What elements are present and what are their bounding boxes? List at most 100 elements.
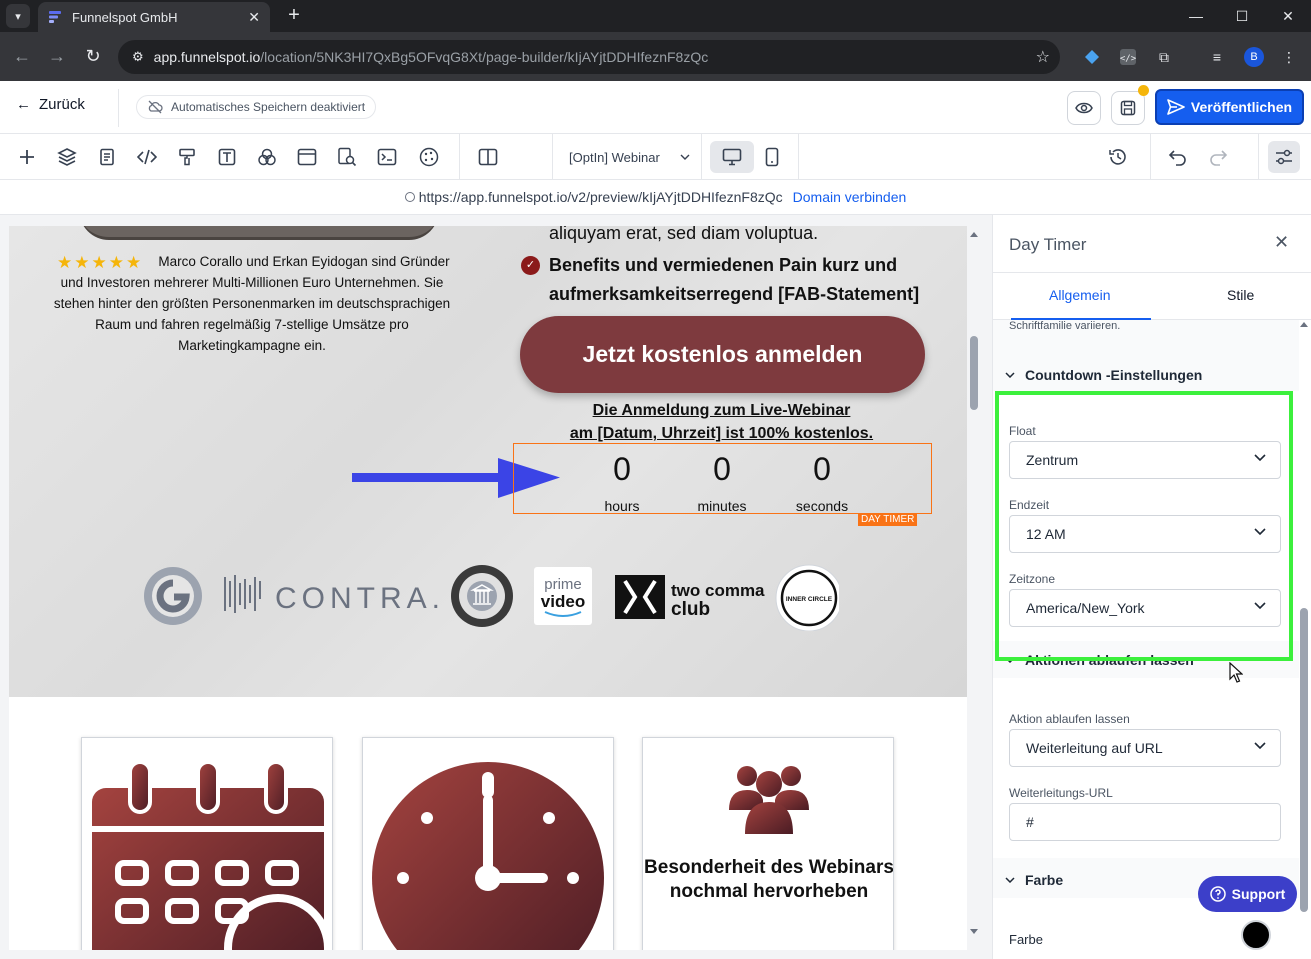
components-icon[interactable] [255, 145, 279, 169]
countdown-settings-header[interactable]: Countdown -Einstellungen [993, 360, 1299, 390]
maximize-icon[interactable]: ☐ [1219, 0, 1265, 32]
tab-close-icon[interactable]: ✕ [248, 9, 260, 26]
reload-icon[interactable]: ↻ [81, 44, 105, 68]
popup-icon[interactable] [295, 145, 319, 169]
checkmark-icon: ✓ [521, 256, 540, 275]
canvas-scrollbar[interactable] [967, 226, 981, 942]
timer-minutes: 0 minutes [697, 451, 747, 514]
funnelspot-favicon-icon [49, 11, 61, 23]
chevron-down-icon [1254, 742, 1266, 750]
forward-arrow-icon[interactable]: → [45, 44, 69, 68]
feature-card-calendar[interactable] [81, 737, 333, 950]
font-family-hint: Schriftfamilie variieren. [1009, 320, 1121, 332]
hero-section[interactable]: ★★★★★ Marco Corallo und Erkan Eyidogan s… [9, 226, 967, 697]
feature-card-text: Besonderheit des Webinars nochmal hervor… [644, 857, 894, 902]
mobile-view-icon[interactable] [760, 145, 784, 169]
divider [798, 134, 799, 180]
day-timer-element[interactable]: 0 hours 0 minutes 0 seconds [513, 443, 932, 514]
preview-url[interactable]: https://app.funnelspot.io/v2/preview/kIj… [404, 189, 783, 205]
extensions-puzzle-icon[interactable]: ⧉ [1153, 46, 1175, 68]
tab-title: Funnelspot GmbH [72, 9, 178, 25]
scroll-up-icon[interactable] [1299, 320, 1309, 328]
preview-url-bar: https://app.funnelspot.io/v2/preview/kIj… [0, 180, 1311, 215]
window-close-icon[interactable]: ✕ [1265, 0, 1311, 32]
profile-avatar[interactable]: B [1244, 47, 1264, 67]
benefit-text: Benefits und vermiedenen Pain kurz und a… [549, 255, 920, 304]
settings-sliders-icon[interactable] [1268, 141, 1300, 173]
save-button[interactable] [1111, 91, 1145, 125]
help-circle-icon [1209, 886, 1226, 902]
browser-tab[interactable]: Funnelspot GmbH ✕ [38, 2, 270, 32]
site-settings-icon[interactable]: ⚙ [132, 49, 144, 65]
arrow-left-icon: ← [16, 96, 31, 113]
color-swatch[interactable] [1241, 920, 1271, 950]
bookmark-star-icon[interactable]: ☆ [1036, 47, 1050, 67]
unsaved-indicator [1138, 85, 1149, 96]
canvas-scroll-thumb[interactable] [970, 336, 978, 410]
free-registration-note[interactable]: Die Anmeldung zum Live-Webinar am [Datum… [509, 399, 934, 445]
page-select[interactable]: [OptIn] Webinar [552, 134, 702, 180]
extension-code-icon[interactable]: </> [1117, 46, 1139, 68]
url-omnibox[interactable]: ⚙ app.funnelspot.io/location/5NK3HI7QxBg… [118, 40, 1060, 74]
status-circle-icon [404, 192, 415, 202]
timer-hours: 0 hours [604, 451, 640, 514]
paint-roller-icon[interactable] [175, 145, 199, 169]
back-button[interactable]: ← Zurück [16, 96, 85, 113]
code-icon[interactable] [135, 145, 159, 169]
benefit-item[interactable]: ✓ Benefits und vermiedenen Pain kurz und… [521, 251, 921, 309]
register-cta-button[interactable]: Jetzt kostenlos anmelden [520, 316, 925, 393]
panel-scroll-thumb[interactable] [1300, 608, 1308, 912]
scroll-up-icon[interactable] [967, 229, 981, 239]
autosave-toggle[interactable]: Automatisches Speichern deaktiviert [136, 95, 377, 119]
chevron-down-icon [680, 154, 690, 160]
pages-icon[interactable] [95, 145, 119, 169]
publish-button[interactable]: Veröffentlichen [1155, 89, 1304, 125]
panel-close-icon[interactable]: ✕ [1274, 232, 1289, 253]
send-icon [1167, 99, 1185, 115]
feature-card-clock[interactable] [362, 737, 614, 950]
new-tab-icon[interactable]: + [282, 3, 306, 27]
support-button[interactable]: Support [1198, 876, 1297, 912]
builder-toolbar: [OptIn] Webinar [0, 134, 1311, 180]
back-arrow-icon[interactable]: ← [10, 44, 34, 68]
connect-domain-link[interactable]: Domain verbinden [793, 189, 907, 205]
timer-seconds: 0 seconds [795, 451, 849, 514]
autosave-label: Automatisches Speichern deaktiviert [171, 100, 366, 114]
scroll-down-icon[interactable] [967, 927, 981, 937]
media-queue-icon[interactable]: ≡ [1206, 46, 1228, 68]
benefit-text-fragment[interactable]: aliquyam erat, sed diam voluptua. [549, 226, 818, 244]
tab-search-icon[interactable]: ▾ [6, 4, 30, 28]
expire-action-select[interactable]: Weiterleitung auf URL [1009, 729, 1281, 767]
divider [459, 134, 460, 180]
undo-icon[interactable] [1166, 145, 1190, 169]
extension-diamond-icon[interactable] [1081, 46, 1103, 68]
redo-icon[interactable] [1206, 145, 1230, 169]
cookie-icon[interactable] [417, 145, 441, 169]
svg-text:prime: prime [544, 576, 582, 593]
eye-icon [1075, 102, 1093, 114]
calendar-icon [92, 760, 332, 950]
minimize-icon[interactable]: — [1173, 0, 1219, 32]
publish-label: Veröffentlichen [1190, 99, 1293, 115]
layers-icon[interactable] [55, 145, 79, 169]
page-preview[interactable]: ★★★★★ Marco Corallo und Erkan Eyidogan s… [9, 226, 967, 950]
preview-eye-button[interactable] [1067, 91, 1101, 125]
add-element-icon[interactable] [15, 145, 39, 169]
founders-photo[interactable] [79, 226, 439, 240]
seo-search-icon[interactable] [335, 145, 359, 169]
tab-styles[interactable]: Stile [1227, 287, 1254, 303]
feature-card-people[interactable]: Besonderheit des Webinars nochmal hervor… [642, 737, 894, 950]
redirect-url-label: Weiterleitungs-URL [1009, 786, 1113, 800]
url-path: /location/5NK3HI7QxBg5OFvqG8Xt/page-buil… [260, 49, 709, 65]
features-section[interactable]: Besonderheit des Webinars nochmal hervor… [9, 697, 967, 950]
browser-menu-icon[interactable]: ⋮ [1278, 46, 1300, 68]
typography-icon[interactable] [215, 145, 239, 169]
redirect-url-input[interactable]: # [1009, 803, 1281, 841]
terminal-icon[interactable] [375, 145, 399, 169]
founders-bio[interactable]: Marco Corallo und Erkan Eyidogan sind Gr… [47, 251, 457, 356]
desktop-view-button[interactable] [710, 141, 754, 173]
prime-video-logo-icon: prime video [534, 567, 592, 625]
tab-general[interactable]: Allgemein [1049, 287, 1110, 303]
split-view-icon[interactable] [476, 145, 500, 169]
history-icon[interactable] [1106, 145, 1130, 169]
